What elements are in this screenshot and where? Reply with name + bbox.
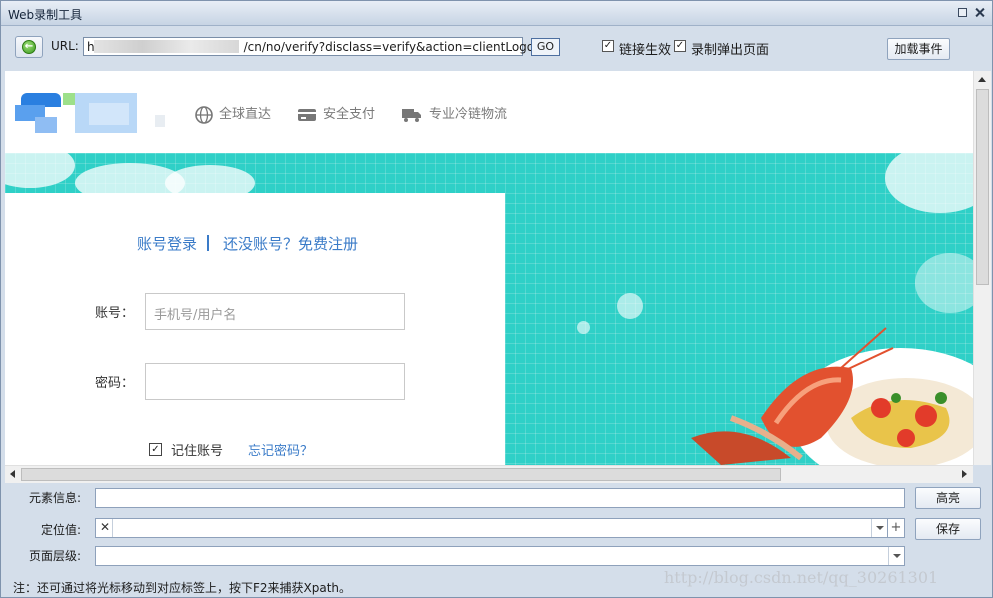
go-button[interactable]: GO xyxy=(531,38,560,56)
add-event-button[interactable]: 加载事件 xyxy=(887,38,950,60)
bubble-decoration xyxy=(577,321,590,334)
seafood-dish-image xyxy=(691,327,977,465)
link-enabled-label: 链接生效 xyxy=(619,43,672,58)
restore-button[interactable] xyxy=(958,8,967,17)
site-header: 全球直达 安全支付 专业冷链物流 xyxy=(5,71,977,153)
tab-separator xyxy=(207,235,210,251)
highlight-button[interactable]: 高亮 xyxy=(915,487,981,509)
login-panel: 账号登录 还没账号？免费注册 账号： 手机号/用户名 密码： ✓ 记住账号 忘记密… xyxy=(5,193,505,465)
add-locator-button[interactable]: + xyxy=(888,518,905,538)
record-popup-label: 录制弹出页面 xyxy=(691,43,770,58)
remember-checkbox[interactable]: ✓ xyxy=(149,443,162,456)
vertical-scroll-thumb[interactable] xyxy=(976,89,989,285)
url-label: URL: xyxy=(51,39,79,53)
nav-payment[interactable]: 安全支付 xyxy=(297,103,375,123)
embedded-browser: 全球直达 安全支付 专业冷链物流 账号登录 还没账号？免费注册 账号： 手机号/… xyxy=(5,71,977,465)
globe-icon xyxy=(195,105,213,124)
page-level-combobox[interactable] xyxy=(95,546,905,566)
hint-note: 注：还可通过将光标移动到对应标签上，按下F2来捕获Xpath。 xyxy=(13,581,352,595)
url-value: /cn/no/verify?disclass=verify&action=cli… xyxy=(243,40,547,54)
horizontal-scroll-thumb[interactable] xyxy=(21,468,781,481)
nav-global[interactable]: 全球直达 xyxy=(195,103,271,124)
account-label: 账号： xyxy=(95,306,135,321)
element-info-label: 元素信息: xyxy=(29,491,82,505)
element-info-field[interactable] xyxy=(95,488,905,508)
scroll-up-icon[interactable] xyxy=(978,77,986,82)
vertical-scrollbar[interactable] xyxy=(973,71,991,465)
truck-icon xyxy=(402,108,421,122)
watermark: http://blog.csdn.net/qq_30261301 xyxy=(664,568,939,587)
back-arrow-icon: ← xyxy=(22,40,36,54)
locator-combobox[interactable]: ✕ xyxy=(95,518,888,538)
toolbar: ← URL: h/cn/no/verify?disclass=verify&ac… xyxy=(1,26,992,70)
recorder-window: Web录制工具 ← URL: h/cn/no/verify?disclass=v… xyxy=(0,0,993,598)
remember-label: 记住账号 xyxy=(171,444,224,459)
page-level-label: 页面层级: xyxy=(29,549,82,563)
tab-account-login[interactable]: 账号登录 xyxy=(137,235,197,253)
card-icon xyxy=(298,108,316,121)
password-label: 密码： xyxy=(95,376,135,391)
window-title: Web录制工具 xyxy=(8,8,83,22)
title-bar: Web录制工具 xyxy=(1,1,992,26)
back-button[interactable]: ← xyxy=(15,36,43,58)
chevron-down-icon[interactable] xyxy=(888,547,904,565)
scroll-right-icon[interactable] xyxy=(962,470,967,478)
redacted-host xyxy=(94,40,239,53)
url-input[interactable]: h/cn/no/verify?disclass=verify&action=cl… xyxy=(83,37,546,56)
horizontal-scrollbar[interactable] xyxy=(5,465,973,483)
register-link[interactable]: 还没账号？免费注册 xyxy=(223,235,358,253)
forgot-password-link[interactable]: 忘记密码？ xyxy=(248,440,313,459)
record-popup-checkbox[interactable]: ✓ xyxy=(674,40,686,52)
nav-logistics[interactable]: 专业冷链物流 xyxy=(401,103,507,123)
account-placeholder: 手机号/用户名 xyxy=(154,308,237,323)
clear-icon[interactable]: ✕ xyxy=(98,519,113,537)
account-input[interactable]: 手机号/用户名 xyxy=(145,293,405,330)
password-input[interactable] xyxy=(145,363,405,400)
scroll-left-icon[interactable] xyxy=(10,470,15,478)
bubble-decoration xyxy=(617,293,643,319)
hero-banner: 账号登录 还没账号？免费注册 账号： 手机号/用户名 密码： ✓ 记住账号 忘记密… xyxy=(5,143,977,465)
close-button[interactable] xyxy=(975,8,984,17)
site-logo xyxy=(15,91,167,133)
save-button[interactable]: 保存 xyxy=(915,518,981,540)
locator-label: 定位值: xyxy=(41,523,82,537)
link-enabled-checkbox[interactable]: ✓ xyxy=(602,40,614,52)
chevron-down-icon[interactable] xyxy=(871,519,887,537)
